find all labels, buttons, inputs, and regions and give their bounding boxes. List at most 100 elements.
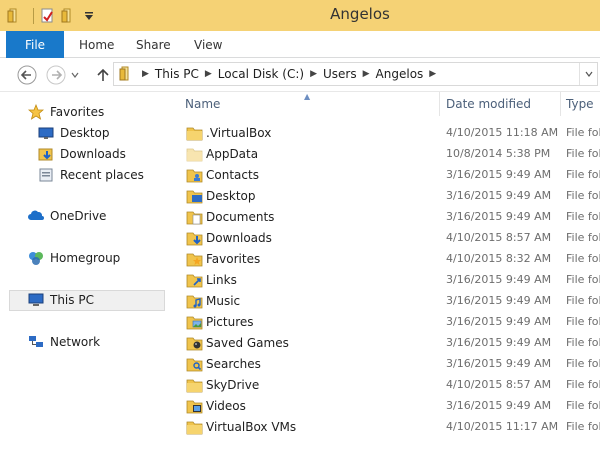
file-type: File folder [566, 378, 600, 391]
file-date-modified: 3/16/2015 9:49 AM [446, 210, 552, 223]
nav-item-downloads[interactable]: Downloads [37, 144, 126, 164]
breadcrumb-this-pc[interactable]: This PC [155, 67, 199, 81]
up-button[interactable] [92, 64, 114, 86]
file-date-modified: 4/10/2015 8:32 AM [446, 252, 552, 265]
file-row[interactable]: Contacts 3/16/2015 9:49 AM File folder [174, 165, 600, 186]
tab-file[interactable]: File [6, 31, 64, 58]
chevron-down-icon [585, 71, 592, 77]
column-divider[interactable] [439, 92, 440, 116]
file-name: Documents [206, 210, 275, 224]
file-date-modified: 3/16/2015 9:49 AM [446, 336, 552, 349]
nav-item-label: This PC [50, 293, 94, 307]
recent-locations-button[interactable] [68, 64, 82, 86]
computer-icon [27, 291, 45, 309]
forward-button[interactable] [45, 64, 67, 86]
nav-item-label: Desktop [60, 126, 110, 140]
nav-item-homegroup[interactable]: Homegroup [27, 248, 120, 268]
file-name: Desktop [206, 189, 256, 203]
file-type: File folder [566, 420, 600, 433]
file-date-modified: 4/10/2015 11:17 AM [446, 420, 559, 433]
chevron-right-icon[interactable]: ▶ [310, 69, 317, 79]
folder-icon [186, 377, 204, 394]
column-header-date-modified[interactable]: Date modified [446, 92, 560, 116]
file-name: Music [206, 294, 241, 308]
file-row[interactable]: Searches 3/16/2015 9:49 AM File folder [174, 354, 600, 375]
column-divider[interactable] [560, 92, 561, 116]
ribbon-tabs: File Home Share View [0, 31, 600, 58]
file-row[interactable]: Links 3/16/2015 9:49 AM File folder [174, 270, 600, 291]
nav-item-favorites[interactable]: Favorites [27, 102, 104, 122]
nav-item-label: Downloads [60, 147, 126, 161]
file-row[interactable]: VirtualBox VMs 4/10/2015 11:17 AM File fol… [174, 417, 600, 438]
saved-games-icon [186, 335, 204, 352]
chevron-right-icon[interactable]: ▶ [363, 69, 370, 79]
file-type: File folder [566, 210, 600, 223]
file-type: File folder [566, 252, 600, 265]
folder-hidden-icon [186, 146, 204, 163]
folder-icon [186, 125, 204, 142]
nav-item-label: Recent places [60, 168, 144, 182]
links-icon [186, 272, 204, 289]
file-row[interactable]: Pictures 3/16/2015 9:49 AM File folder [174, 312, 600, 333]
folder-icon [114, 66, 136, 82]
file-type: File folder [566, 273, 600, 286]
tab-view[interactable]: View [194, 31, 222, 58]
downloads-icon [186, 230, 204, 247]
file-type: File folder [566, 315, 600, 328]
star-icon [27, 103, 45, 121]
chevron-right-icon[interactable]: ▶ [142, 69, 149, 79]
file-row[interactable]: Music 3/16/2015 9:49 AM File folder [174, 291, 600, 312]
file-row[interactable]: .VirtualBox 4/10/2015 11:18 AM File folder [174, 123, 600, 144]
breadcrumb-users[interactable]: Users [323, 67, 357, 81]
pictures-icon [186, 314, 204, 331]
back-button[interactable] [16, 64, 38, 86]
file-date-modified: 10/8/2014 5:38 PM [446, 147, 551, 160]
chevron-right-icon[interactable]: ▶ [429, 69, 436, 79]
file-row[interactable]: SkyDrive 4/10/2015 8:57 AM File folder [174, 375, 600, 396]
file-row[interactable]: Saved Games 3/16/2015 9:49 AM File folder [174, 333, 600, 354]
file-row[interactable]: Videos 3/16/2015 9:49 AM File folder [174, 396, 600, 417]
nav-item-label: Favorites [50, 105, 105, 119]
folder-icon [186, 419, 204, 436]
file-type: File folder [566, 336, 600, 349]
file-row[interactable]: Downloads 4/10/2015 8:57 AM File folder [174, 228, 600, 249]
file-row[interactable]: Desktop 3/16/2015 9:49 AM File folder [174, 186, 600, 207]
cloud-icon [27, 207, 45, 225]
file-name: Saved Games [206, 336, 289, 350]
chevron-right-icon[interactable]: ▶ [205, 69, 212, 79]
address-bar[interactable]: ▶ This PC ▶ Local Disk (C:) ▶ Users ▶ An… [113, 62, 598, 86]
file-name: SkyDrive [206, 378, 260, 392]
nav-item-label: Homegroup [50, 251, 121, 265]
file-date-modified: 3/16/2015 9:49 AM [446, 294, 552, 307]
nav-item-network[interactable]: Network [27, 332, 100, 352]
file-type: File folder [566, 357, 600, 370]
address-dropdown-button[interactable] [579, 63, 597, 85]
tab-home[interactable]: Home [79, 31, 114, 58]
contacts-icon [186, 167, 204, 184]
recent-places-icon [37, 166, 55, 184]
file-type: File folder [566, 231, 600, 244]
nav-item-this-pc[interactable]: This PC [27, 290, 94, 310]
file-date-modified: 3/16/2015 9:49 AM [446, 168, 552, 181]
nav-item-onedrive[interactable]: OneDrive [27, 206, 106, 226]
breadcrumb-local-disk[interactable]: Local Disk (C:) [218, 67, 304, 81]
column-header-name[interactable]: Name [185, 92, 440, 116]
music-icon [186, 293, 204, 310]
nav-item-recent-places[interactable]: Recent places [37, 165, 144, 185]
nav-item-label: OneDrive [50, 209, 107, 223]
up-arrow-icon [97, 68, 109, 81]
tab-share[interactable]: Share [136, 31, 171, 58]
nav-item-desktop[interactable]: Desktop [37, 123, 110, 143]
file-row[interactable]: Documents 3/16/2015 9:49 AM File folder [174, 207, 600, 228]
address-row: ▶ This PC ▶ Local Disk (C:) ▶ Users ▶ An… [0, 58, 600, 92]
file-row[interactable]: Favorites 4/10/2015 8:32 AM File folder [174, 249, 600, 270]
column-header-type[interactable]: Type [566, 92, 600, 116]
breadcrumb-angelos[interactable]: Angelos [376, 67, 424, 81]
file-type: File folder [566, 399, 600, 412]
title-bar: Angelos [0, 0, 600, 31]
file-date-modified: 3/16/2015 9:49 AM [446, 315, 552, 328]
navigation-pane: Favorites Desktop Downloads Recent place… [0, 92, 170, 452]
file-row[interactable]: AppData 10/8/2014 5:38 PM File folder [174, 144, 600, 165]
file-date-modified: 3/16/2015 9:49 AM [446, 399, 552, 412]
desktop-icon [186, 188, 204, 205]
